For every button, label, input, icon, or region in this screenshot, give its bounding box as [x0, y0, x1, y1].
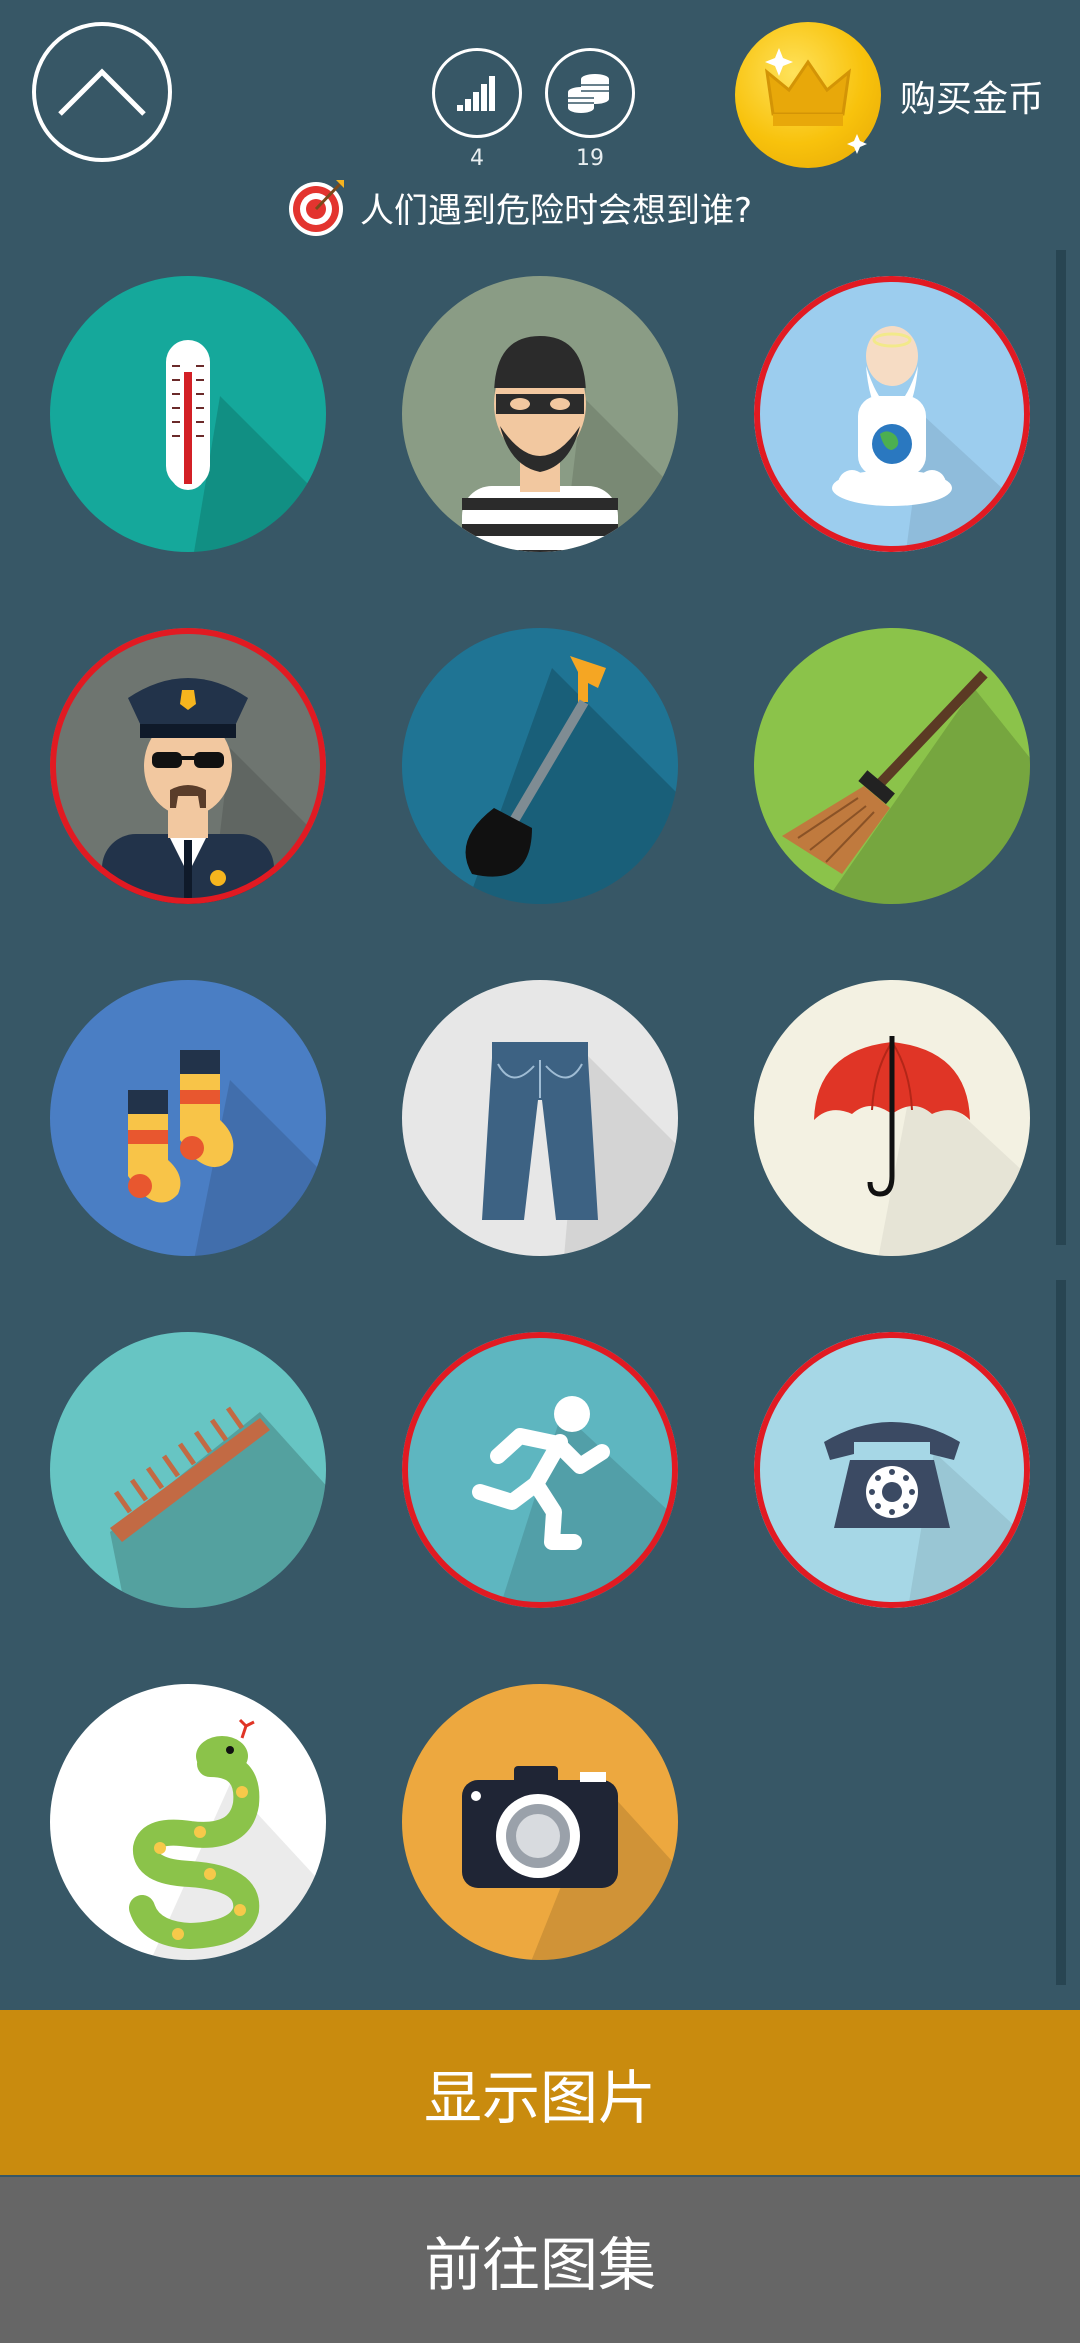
god-icon — [832, 326, 1030, 552]
tile-policeman[interactable] — [50, 628, 326, 904]
jeans-icon — [482, 1042, 678, 1256]
telephone-icon — [824, 1422, 1030, 1608]
back-button[interactable] — [32, 22, 172, 162]
coins-stat: 19 — [545, 48, 635, 171]
socks-icon — [128, 1050, 326, 1256]
tile-running-man[interactable] — [402, 1332, 678, 1608]
camera-icon — [462, 1766, 678, 1960]
level-stat: 4 — [432, 48, 522, 171]
show-picture-button[interactable]: 显示图片 — [0, 2010, 1080, 2175]
thief-icon — [462, 336, 678, 552]
comb-icon — [110, 1406, 326, 1608]
signal-bars-icon — [432, 48, 522, 138]
tile-socks[interactable] — [50, 980, 326, 1256]
tile-broom[interactable] — [754, 628, 1030, 904]
question: 人们遇到危险时会想到谁? — [286, 172, 752, 242]
umbrella-icon — [814, 1036, 1030, 1256]
coin-stack-icon — [545, 48, 635, 138]
question-text: 人们遇到危险时会想到谁? — [360, 190, 753, 231]
policeman-icon — [102, 678, 326, 904]
thermometer-icon — [166, 340, 326, 552]
running-man-icon — [472, 1396, 678, 1608]
snake-icon — [129, 1718, 326, 1960]
coins-value: 19 — [576, 146, 604, 171]
tile-camera[interactable] — [402, 1684, 678, 1960]
go-to-gallery-button[interactable]: 前往图集 — [0, 2177, 1080, 2343]
tile-thief[interactable] — [402, 276, 678, 552]
buy-coins-icon[interactable] — [735, 22, 881, 168]
scrollbar-track-lower[interactable] — [1056, 1280, 1066, 1985]
tile-jeans[interactable] — [402, 980, 678, 1256]
scrollbar-track-upper[interactable] — [1056, 250, 1066, 1245]
chevron-up-icon — [58, 68, 146, 116]
tile-thermometer[interactable] — [50, 276, 326, 552]
buy-coins-label[interactable]: 购买金币 — [900, 70, 1044, 122]
level-value: 4 — [470, 146, 484, 171]
tile-umbrella[interactable] — [754, 980, 1030, 1256]
broom-icon — [782, 670, 1030, 904]
tile-god[interactable] — [754, 276, 1030, 552]
shovel-icon — [465, 656, 678, 904]
tile-snake[interactable] — [50, 1684, 326, 1960]
tile-telephone[interactable] — [754, 1332, 1030, 1608]
tile-shovel[interactable] — [402, 628, 678, 904]
tile-comb[interactable] — [50, 1332, 326, 1608]
target-icon — [289, 180, 344, 236]
